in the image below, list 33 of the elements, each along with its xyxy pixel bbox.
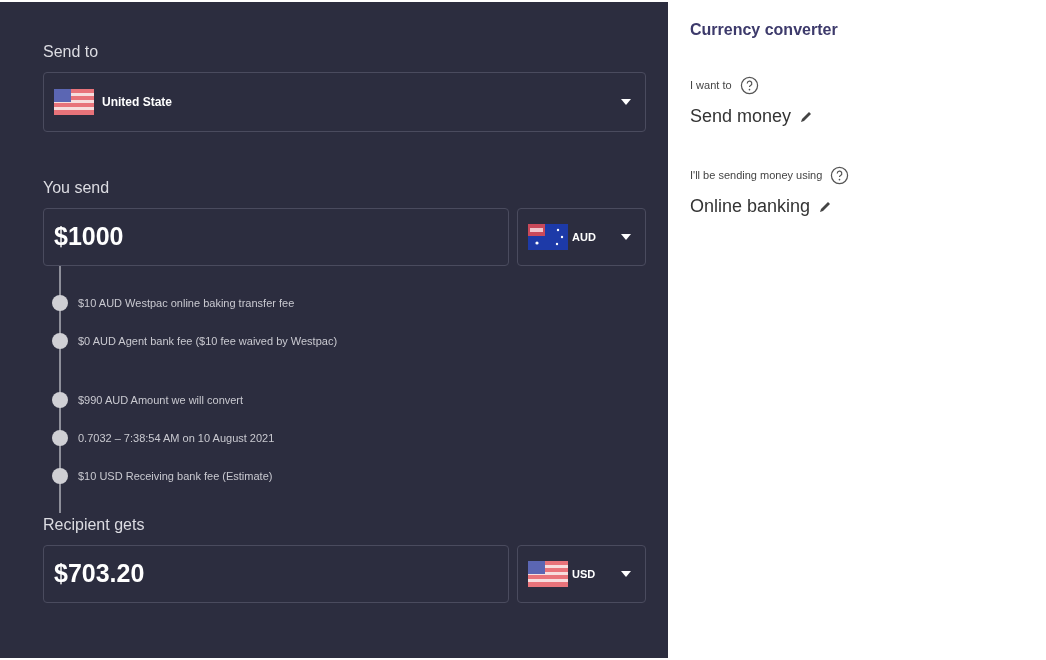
flag-icon — [54, 89, 94, 115]
timeline-dot — [52, 295, 68, 311]
fee-text: $0 AUD Agent bank fee ($10 fee waived by Westpac) — [78, 333, 338, 349]
caret-icon — [621, 99, 631, 105]
currency-select[interactable]: AUD — [517, 208, 646, 266]
field-label: I'll be sending money using — [690, 168, 823, 184]
field-label: You send — [43, 178, 111, 198]
fee-text: 0.7032 – 7:38:54 AM on 10 August 2021 — [78, 430, 275, 446]
field-label: Recipient gets — [43, 515, 146, 535]
help-icon[interactable] — [739, 76, 759, 95]
currency-select[interactable]: USD — [517, 545, 646, 603]
timeline-dot — [52, 333, 68, 349]
country-select[interactable]: United State — [43, 72, 646, 132]
flag-icon — [528, 561, 568, 587]
caret-icon — [621, 234, 631, 240]
timeline-dot — [52, 392, 68, 408]
timeline-dot — [52, 468, 68, 484]
fee-text: $990 AUD Amount we will convert — [78, 392, 244, 408]
field-value: Online banking — [690, 195, 811, 218]
caret-icon — [621, 571, 631, 577]
fee-text: $10 AUD Westpac online baking transfer fee — [78, 295, 295, 311]
field-label: Send to — [43, 42, 100, 62]
help-icon[interactable] — [830, 166, 850, 185]
flag-icon — [528, 224, 568, 250]
pencil-icon[interactable] — [818, 199, 833, 214]
timeline-dot — [52, 430, 68, 446]
field-label: I want to — [690, 78, 732, 94]
amount-field[interactable]: $703.20 — [43, 545, 509, 603]
panel-title: Currency converter — [690, 20, 839, 40]
field-value: Send money — [690, 105, 792, 128]
pencil-icon[interactable] — [799, 109, 814, 124]
fee-text: $10 USD Receiving bank fee (Estimate) — [78, 468, 273, 484]
amount-field[interactable]: $1000 — [43, 208, 509, 266]
